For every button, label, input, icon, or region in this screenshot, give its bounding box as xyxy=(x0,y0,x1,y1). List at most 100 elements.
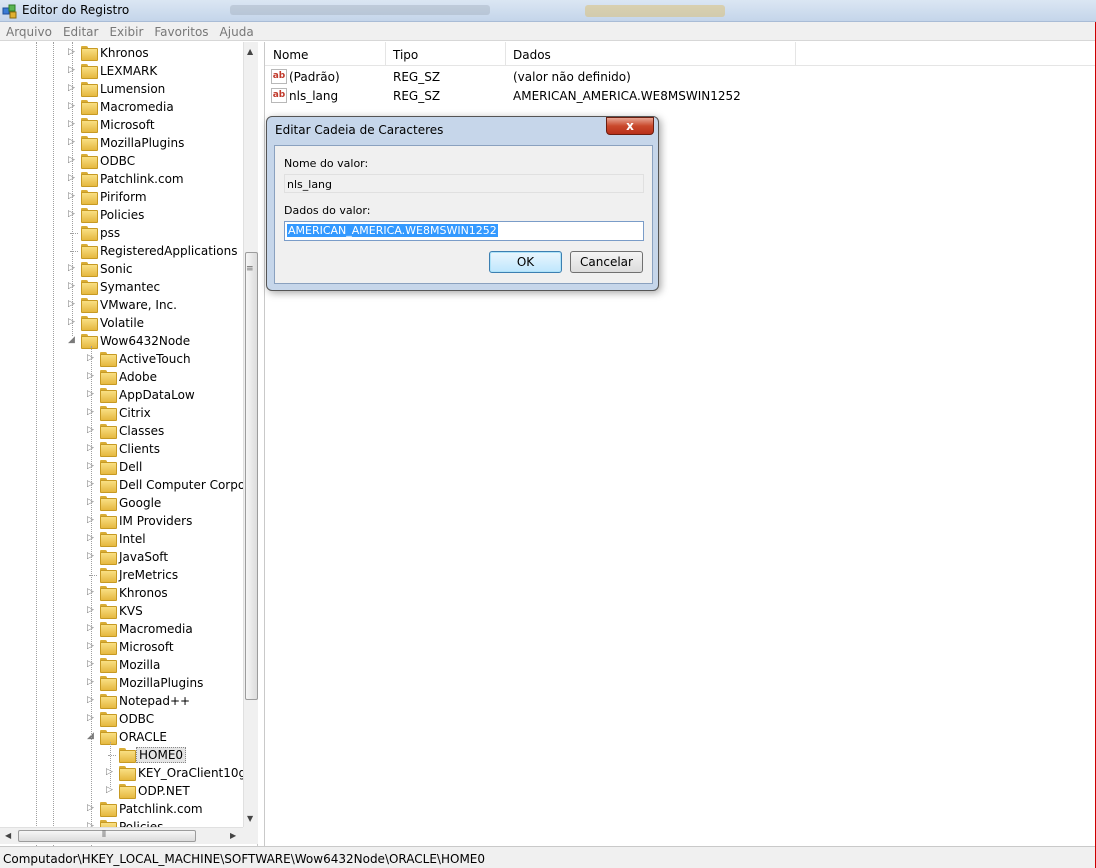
tree-item-label: MozillaPlugins xyxy=(100,136,185,150)
tree-item[interactable]: ▷ Volatile xyxy=(0,314,243,332)
tree-item-label: Piriform xyxy=(100,190,147,204)
registry-tree[interactable]: ▷ Khronos ▷ LEXMARK ▷ Lumension ▷ Macromedia ▷ Mi… xyxy=(0,42,258,846)
tree-item[interactable]: ▷ Khronos xyxy=(0,584,243,602)
window-title: Editor do Registro xyxy=(22,3,130,17)
tree-horizontal-scrollbar[interactable]: ◀ ⦀ ▶ xyxy=(0,827,243,844)
tree-item[interactable]: ▷ Piriform xyxy=(0,188,243,206)
tree-item-label: Adobe xyxy=(119,370,157,384)
folder-icon xyxy=(81,100,98,115)
tree-item-label: ActiveTouch xyxy=(119,352,191,366)
tree-item[interactable]: ▷ LEXMARK xyxy=(0,62,243,80)
column-divider[interactable] xyxy=(505,42,506,66)
column-divider[interactable] xyxy=(385,42,386,66)
tree-item[interactable]: ▷Policies xyxy=(0,206,243,224)
string-value-icon: ab xyxy=(271,88,287,103)
tree-item[interactable]: ▷ Classes xyxy=(0,422,243,440)
tree-item[interactable]: ▷ Citrix xyxy=(0,404,243,422)
dialog-body: Nome do valor: nls_lang Dados do valor: … xyxy=(274,145,653,284)
menu-favoritos[interactable]: Favoritos xyxy=(148,22,213,39)
tree-item[interactable]: ◢ Wow6432Node xyxy=(0,332,243,350)
tree-item[interactable]: ▷ Symantec xyxy=(0,278,243,296)
tree-item[interactable]: ▷ Notepad++ xyxy=(0,692,243,710)
scroll-down-arrow-icon[interactable]: ▼ xyxy=(247,814,253,823)
table-row[interactable]: ab (Padrão) REG_SZ (valor não definido) xyxy=(265,68,1096,87)
collapse-arrow-icon[interactable]: ◢ xyxy=(68,336,77,345)
value-type: REG_SZ xyxy=(393,89,441,103)
menu-arquivo[interactable]: Arquivo xyxy=(0,22,57,39)
scroll-thumb[interactable] xyxy=(245,252,258,700)
scroll-left-arrow-icon[interactable]: ◀ xyxy=(5,831,11,840)
folder-icon xyxy=(81,154,98,169)
tree-item[interactable]: ▷ JavaSoft xyxy=(0,548,243,566)
tree-item[interactable]: ▷ Mozilla xyxy=(0,656,243,674)
tree-item[interactable]: ▷ Sonic xyxy=(0,260,243,278)
folder-icon xyxy=(100,514,117,529)
tree-item[interactable]: HOME0 xyxy=(0,746,243,764)
cancel-button[interactable]: Cancelar xyxy=(570,251,643,273)
tree-item[interactable]: ▷ Dell xyxy=(0,458,243,476)
tree-item[interactable]: ▷ IM Providers xyxy=(0,512,243,530)
folder-icon xyxy=(81,244,98,259)
tree-item[interactable]: RegisteredApplications xyxy=(0,242,243,260)
tree-item[interactable]: ▷ VMware, Inc. xyxy=(0,296,243,314)
tree-item[interactable]: ▷ Macromedia xyxy=(0,98,243,116)
menu-editar[interactable]: Editar xyxy=(57,22,104,39)
folder-icon xyxy=(100,352,117,367)
tree-item[interactable]: ▷ ActiveTouch xyxy=(0,350,243,368)
menu-ajuda[interactable]: Ajuda xyxy=(214,22,259,39)
column-header-name[interactable]: Nome xyxy=(273,48,308,62)
scroll-up-arrow-icon[interactable]: ▲ xyxy=(247,47,253,56)
string-value-icon: ab xyxy=(271,69,287,84)
tree-item[interactable]: ▷ Microsoft xyxy=(0,116,243,134)
tree-item[interactable]: ▷ AppDataLow xyxy=(0,386,243,404)
tree-item[interactable]: pss xyxy=(0,224,243,242)
tree-item[interactable]: ▷ MozillaPlugins xyxy=(0,134,243,152)
tree-item-label: RegisteredApplications xyxy=(100,244,238,258)
tree-item-label: Microsoft xyxy=(100,118,155,132)
column-header-type[interactable]: Tipo xyxy=(393,48,418,62)
scroll-thumb[interactable] xyxy=(18,830,196,842)
tree-item[interactable]: ▷ Patchlink.com xyxy=(0,170,243,188)
value-type: REG_SZ xyxy=(393,70,441,84)
tree-item[interactable]: ▷ ODBC xyxy=(0,152,243,170)
folder-icon xyxy=(81,136,98,151)
tree-item[interactable]: ▷ ODBC xyxy=(0,710,243,728)
ok-button[interactable]: OK xyxy=(489,251,562,273)
tree-item-label: Patchlink.com xyxy=(100,172,184,186)
tree-item[interactable]: ▷ ODP.NET xyxy=(0,782,243,800)
tree-item[interactable]: ▷ Clients xyxy=(0,440,243,458)
close-button[interactable]: x xyxy=(606,117,654,135)
tree-item[interactable]: ▷ Google xyxy=(0,494,243,512)
tree-item[interactable]: ▷ Adobe xyxy=(0,368,243,386)
table-row[interactable]: ab nls_lang REG_SZ AMERICAN_AMERICA.WE8M… xyxy=(265,87,1096,106)
folder-icon xyxy=(119,766,136,781)
tree-item-label: ODBC xyxy=(119,712,155,726)
folder-icon xyxy=(81,118,98,133)
tree-item[interactable]: ▷ Lumension xyxy=(0,80,243,98)
column-divider[interactable] xyxy=(795,42,796,66)
scroll-right-arrow-icon[interactable]: ▶ xyxy=(230,831,236,840)
folder-icon xyxy=(81,46,98,61)
tree-item[interactable]: ▷ KVS xyxy=(0,602,243,620)
tree-item[interactable]: ▷ Khronos xyxy=(0,44,243,62)
tree-item-label: KVS xyxy=(119,604,143,618)
tree-item[interactable]: ◢ ORACLE xyxy=(0,728,243,746)
tree-item-label: Clients xyxy=(119,442,160,456)
folder-icon xyxy=(100,730,117,745)
tree-item[interactable]: ▷ MozillaPlugins xyxy=(0,674,243,692)
tree-item[interactable]: ▷ Intel xyxy=(0,530,243,548)
tree-item[interactable]: ▷ Macromedia xyxy=(0,620,243,638)
tree-item[interactable]: ▷ KEY_OraClient10g_I xyxy=(0,764,256,782)
tree-vertical-scrollbar[interactable]: ▲ ≡ ▼ xyxy=(243,42,258,827)
obscured-title-text xyxy=(230,5,490,15)
folder-icon xyxy=(81,172,98,187)
tree-item[interactable]: ▷ Dell Computer Corpora xyxy=(0,476,257,494)
tree-item-label: Sonic xyxy=(100,262,133,276)
tree-item[interactable]: JreMetrics xyxy=(0,566,243,584)
tree-item[interactable]: ▷ Microsoft xyxy=(0,638,243,656)
expand-arrow-icon[interactable]: ▷ xyxy=(106,786,115,795)
tree-item[interactable]: ▷ Patchlink.com xyxy=(0,800,243,818)
value-data-input[interactable]: AMERICAN_AMERICA.WE8MSWIN1252 xyxy=(284,221,644,241)
column-header-data[interactable]: Dados xyxy=(513,48,551,62)
menu-exibir[interactable]: Exibir xyxy=(103,22,148,39)
